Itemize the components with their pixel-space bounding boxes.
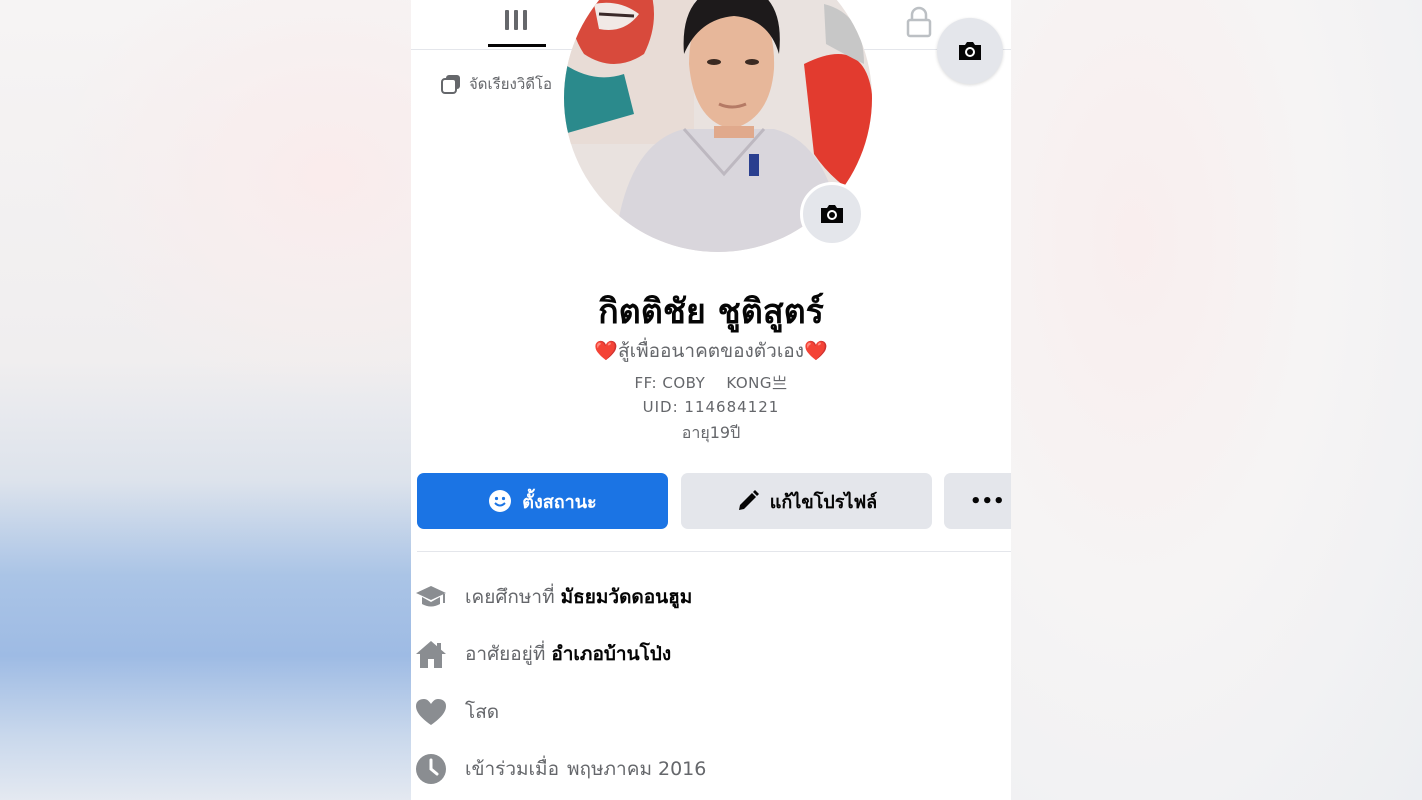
edit-profile-label: แก้ไขโปรไฟล์ — [769, 491, 878, 513]
bio-uid: UID: 114684121 — [642, 398, 780, 416]
heart-emoji-right: ❤️ — [804, 340, 828, 362]
avatar-camera-button[interactable] — [800, 182, 864, 246]
background-left — [0, 0, 411, 440]
grid-icon[interactable] — [503, 8, 529, 34]
bio-ff: FF: COBY KONG亗 — [634, 374, 788, 392]
graduation-cap-icon — [415, 580, 451, 614]
info-joined-value: พฤษภาคม 2016 — [566, 758, 707, 780]
smiley-icon — [489, 490, 512, 512]
info-location-prefix: อาศัยอยู่ที่ — [465, 643, 546, 665]
set-status-button[interactable]: ตั้งสถานะ — [417, 473, 668, 529]
section-divider — [417, 551, 1011, 552]
sort-videos-label[interactable]: จัดเรียงวิดีโอ — [441, 72, 552, 96]
info-location-value: อำเภอบ้านโป่ง — [551, 643, 672, 665]
info-location[interactable]: อาศัยอยู่ที่ อำเภอบ้านโป่ง — [415, 637, 671, 671]
heart-emoji-left: ❤️ — [594, 340, 618, 362]
camera-icon — [959, 42, 981, 60]
bio-age: อายุ19ปี — [681, 423, 741, 442]
info-joined[interactable]: เข้าร่วมเมื่อ พฤษภาคม 2016 — [415, 752, 706, 786]
home-icon — [415, 637, 451, 671]
set-status-label: ตั้งสถานะ — [522, 491, 597, 513]
cover-camera-button[interactable] — [937, 18, 1003, 84]
more-dots-icon: ••• — [970, 490, 1005, 512]
profile-name: กิตติชัย ชูติสูตร์ — [598, 292, 824, 332]
bio-tagline-line: ❤️สู้เพื่ออนาคตของตัวเอง❤️ — [411, 336, 1011, 366]
info-education-prefix: เคยศึกษาที่ — [465, 586, 555, 608]
clock-icon — [415, 752, 451, 786]
lock-icon[interactable] — [904, 6, 934, 38]
background-right — [1011, 0, 1422, 800]
info-joined-prefix: เข้าร่วมเมื่อ — [465, 758, 559, 780]
info-education[interactable]: เคยศึกษาที่ มัธยมวัดดอนฮูม — [415, 580, 692, 614]
pencil-icon — [738, 490, 759, 510]
bio-tagline: สู้เพื่ออนาคตของตัวเอง — [617, 340, 804, 362]
camera-icon — [821, 205, 843, 223]
info-relationship[interactable]: โสด — [415, 695, 499, 729]
heart-icon — [415, 695, 451, 729]
info-relationship-prefix: โสด — [465, 701, 500, 723]
profile-screen: จัดเรียงวิดีโอ กิตติชัย ชูติสูตร์ ❤️สู้เ… — [411, 0, 1011, 800]
edit-profile-button[interactable]: แก้ไขโปรไฟล์ — [681, 473, 932, 529]
more-options-button[interactable]: ••• — [944, 473, 1011, 529]
active-tab-indicator — [488, 44, 546, 47]
info-education-value: มัธยมวัดดอนฮูม — [560, 586, 693, 608]
album-icon — [441, 75, 460, 94]
album-label-text: จัดเรียงวิดีโอ — [469, 75, 553, 93]
